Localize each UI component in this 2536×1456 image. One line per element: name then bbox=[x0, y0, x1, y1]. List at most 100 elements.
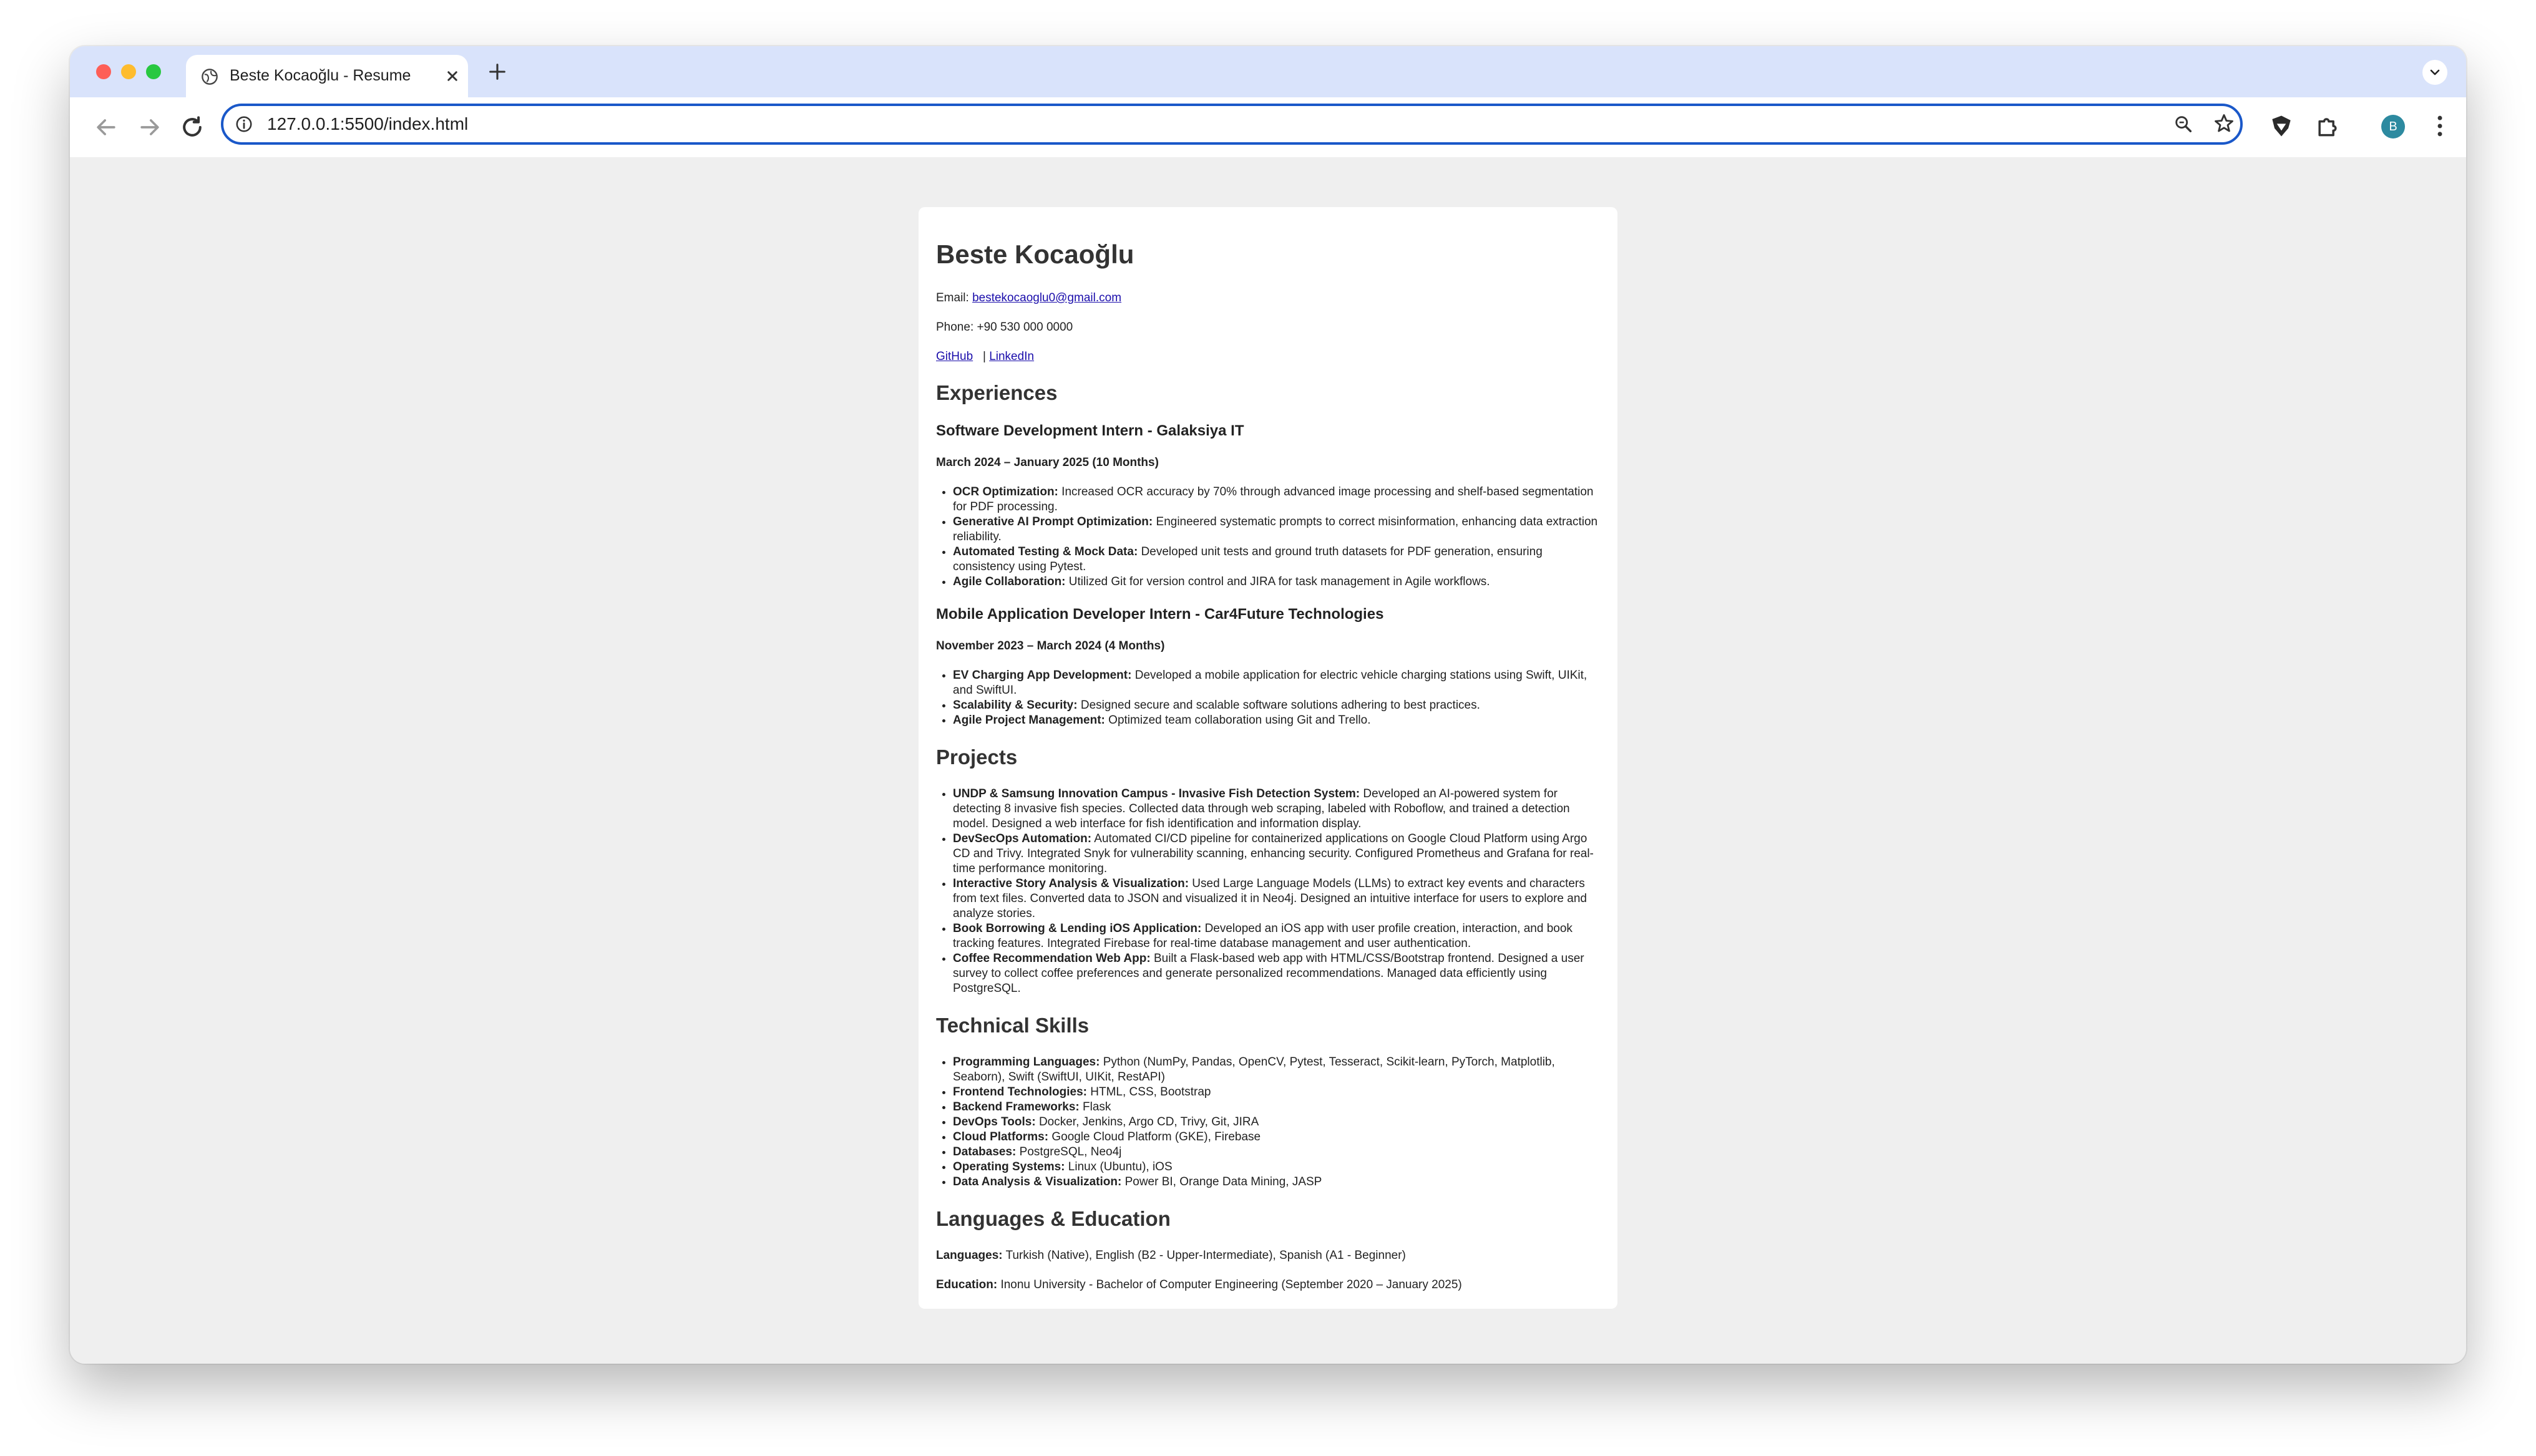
item-text: Designed secure and scalable software so… bbox=[1080, 699, 1480, 712]
item-label: Frontend Technologies: bbox=[953, 1085, 1087, 1099]
item-text: HTML, CSS, Bootstrap bbox=[1090, 1085, 1211, 1099]
profile-avatar[interactable]: B bbox=[2381, 115, 2405, 138]
maximize-window-button[interactable] bbox=[146, 64, 161, 79]
list-item: Agile Project Management: Optimized team… bbox=[953, 713, 1600, 728]
chevron-down-icon bbox=[2430, 69, 2440, 75]
projects-list: UNDP & Samsung Innovation Campus - Invas… bbox=[936, 787, 1600, 996]
list-item: Generative AI Prompt Optimization: Engin… bbox=[953, 515, 1600, 545]
extension-icon[interactable] bbox=[2268, 112, 2295, 140]
item-label: Generative AI Prompt Optimization: bbox=[953, 515, 1153, 528]
list-item: UNDP & Samsung Innovation Campus - Invas… bbox=[953, 787, 1600, 832]
browser-window: Beste Kocaoğlu - Resume 127.0.0.1:5500/i… bbox=[70, 46, 2466, 1364]
address-bar[interactable]: 127.0.0.1:5500/index.html bbox=[221, 104, 2243, 145]
list-item: Operating Systems: Linux (Ubuntu), iOS bbox=[953, 1160, 1600, 1175]
list-item: Scalability & Security: Designed secure … bbox=[953, 698, 1600, 713]
page-viewport: Beste Kocaoğlu Email: bestekocaoglu0@gma… bbox=[70, 157, 2466, 1364]
item-label: UNDP & Samsung Innovation Campus - Invas… bbox=[953, 787, 1360, 800]
back-arrow-icon[interactable] bbox=[92, 114, 120, 141]
item-label: Agile Project Management: bbox=[953, 714, 1105, 727]
item-label: DevOps Tools: bbox=[953, 1115, 1036, 1128]
list-item: Agile Collaboration: Utilized Git for ve… bbox=[953, 575, 1600, 590]
list-item: DevOps Tools: Docker, Jenkins, Argo CD, … bbox=[953, 1115, 1600, 1130]
languages-text: Turkish (Native), English (B2 - Upper-In… bbox=[1005, 1249, 1406, 1262]
tab-search-button[interactable] bbox=[2422, 60, 2447, 85]
projects-heading: Projects bbox=[936, 745, 1018, 769]
item-label: Interactive Story Analysis & Visualizati… bbox=[953, 877, 1189, 890]
phone-line: Phone: +90 530 000 0000 bbox=[936, 321, 1073, 334]
item-label: Book Borrowing & Lending iOS Application… bbox=[953, 922, 1202, 935]
email-line: Email: bestekocaoglu0@gmail.com bbox=[936, 291, 1600, 305]
job-dates: March 2024 – January 2025 (10 Months) bbox=[936, 456, 1159, 469]
education-line: Education: Inonu University - Bachelor o… bbox=[936, 1278, 1600, 1292]
resume-name: Beste Kocaoğlu bbox=[936, 240, 1134, 269]
item-label: Scalability & Security: bbox=[953, 699, 1078, 712]
item-label: Cloud Platforms: bbox=[953, 1130, 1049, 1143]
list-item: Book Borrowing & Lending iOS Application… bbox=[953, 921, 1600, 951]
education-text: Inonu University - Bachelor of Computer … bbox=[1000, 1278, 1462, 1291]
minimize-window-button[interactable] bbox=[121, 64, 136, 79]
new-tab-icon[interactable] bbox=[487, 61, 508, 82]
experiences-heading: Experiences bbox=[936, 381, 1058, 404]
item-text: Docker, Jenkins, Argo CD, Trivy, Git, JI… bbox=[1038, 1115, 1259, 1128]
menu-dots-icon[interactable] bbox=[2426, 112, 2454, 140]
skills-heading: Technical Skills bbox=[936, 1014, 1090, 1037]
list-item: Data Analysis & Visualization: Power BI,… bbox=[953, 1175, 1600, 1190]
languages-label: Languages: bbox=[936, 1249, 1003, 1262]
puzzle-icon[interactable] bbox=[2314, 112, 2341, 140]
browser-toolbar: 127.0.0.1:5500/index.html B bbox=[70, 97, 2466, 158]
list-item: Programming Languages: Python (NumPy, Pa… bbox=[953, 1055, 1600, 1085]
item-label: OCR Optimization: bbox=[953, 485, 1058, 498]
url-text[interactable]: 127.0.0.1:5500/index.html bbox=[267, 114, 468, 134]
close-tab-icon[interactable] bbox=[443, 67, 462, 85]
tab-strip: Beste Kocaoğlu - Resume bbox=[70, 46, 2466, 97]
item-text: Google Cloud Platform (GKE), Firebase bbox=[1051, 1130, 1261, 1143]
job-duties-list: OCR Optimization: Increased OCR accuracy… bbox=[936, 485, 1600, 590]
list-item: Backend Frameworks: Flask bbox=[953, 1100, 1600, 1115]
email-link[interactable]: bestekocaoglu0@gmail.com bbox=[972, 291, 1121, 304]
item-label: Coffee Recommendation Web App: bbox=[953, 952, 1151, 965]
list-item: Cloud Platforms: Google Cloud Platform (… bbox=[953, 1130, 1600, 1145]
tab-resume[interactable]: Beste Kocaoğlu - Resume bbox=[186, 55, 468, 97]
item-text: Power BI, Orange Data Mining, JASP bbox=[1124, 1175, 1322, 1188]
education-label: Education: bbox=[936, 1278, 998, 1291]
tab-title: Beste Kocaoğlu - Resume bbox=[230, 67, 411, 84]
job-dates: November 2023 – March 2024 (4 Months) bbox=[936, 639, 1165, 653]
list-item: EV Charging App Development: Developed a… bbox=[953, 668, 1600, 698]
list-item: Coffee Recommendation Web App: Built a F… bbox=[953, 951, 1600, 996]
skills-list: Programming Languages: Python (NumPy, Pa… bbox=[936, 1055, 1600, 1190]
resume-card: Beste Kocaoğlu Email: bestekocaoglu0@gma… bbox=[919, 207, 1617, 1309]
list-item: OCR Optimization: Increased OCR accuracy… bbox=[953, 485, 1600, 515]
item-text: Utilized Git for version control and JIR… bbox=[1068, 575, 1490, 588]
profile-links: GitHub | LinkedIn bbox=[936, 349, 1600, 364]
github-link[interactable]: GitHub bbox=[936, 350, 973, 363]
reload-icon[interactable] bbox=[178, 114, 206, 141]
job-title: Mobile Application Developer Intern - Ca… bbox=[936, 606, 1384, 623]
linkedin-link[interactable]: LinkedIn bbox=[989, 350, 1034, 363]
job-title: Software Development Intern - Galaksiya … bbox=[936, 422, 1244, 439]
list-item: Automated Testing & Mock Data: Developed… bbox=[953, 545, 1600, 575]
list-item: DevSecOps Automation: Automated CI/CD pi… bbox=[953, 832, 1600, 876]
item-label: Agile Collaboration: bbox=[953, 575, 1066, 588]
job-duties-list: EV Charging App Development: Developed a… bbox=[936, 668, 1600, 728]
list-item: Frontend Technologies: HTML, CSS, Bootst… bbox=[953, 1085, 1600, 1100]
list-item: Interactive Story Analysis & Visualizati… bbox=[953, 876, 1600, 921]
bookmark-star-icon[interactable] bbox=[2213, 112, 2235, 135]
site-info-icon[interactable] bbox=[235, 115, 253, 133]
item-label: EV Charging App Development: bbox=[953, 669, 1132, 682]
zoom-icon[interactable] bbox=[2173, 114, 2194, 135]
globe-icon bbox=[202, 69, 218, 85]
link-separator: | bbox=[982, 350, 986, 363]
item-label: Operating Systems: bbox=[953, 1160, 1065, 1173]
item-label: Data Analysis & Visualization: bbox=[953, 1175, 1122, 1188]
languages-line: Languages: Turkish (Native), English (B2… bbox=[936, 1248, 1600, 1263]
item-text: PostgreSQL, Neo4j bbox=[1019, 1145, 1122, 1158]
item-text: Optimized team collaboration using Git a… bbox=[1108, 714, 1371, 727]
item-label: Programming Languages: bbox=[953, 1056, 1100, 1069]
list-item: Databases: PostgreSQL, Neo4j bbox=[953, 1145, 1600, 1160]
item-label: Databases: bbox=[953, 1145, 1017, 1158]
languages-education-heading: Languages & Education bbox=[936, 1207, 1171, 1230]
close-window-button[interactable] bbox=[96, 64, 111, 79]
item-label: Automated Testing & Mock Data: bbox=[953, 545, 1138, 558]
item-text: Linux (Ubuntu), iOS bbox=[1068, 1160, 1173, 1173]
forward-arrow-icon[interactable] bbox=[136, 114, 163, 141]
